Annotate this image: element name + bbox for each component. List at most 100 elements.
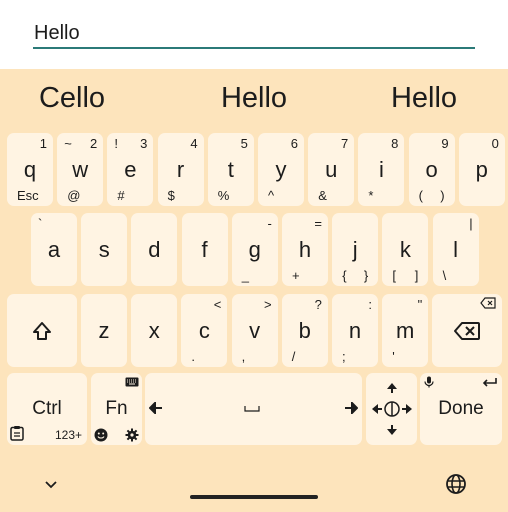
clipboard-icon [9,425,25,441]
key-secondary-label: ; [342,349,346,364]
key-label: r [176,156,185,182]
key-label: f [201,236,208,262]
done-key[interactable]: Done [420,373,502,445]
key-secondary-label: 6 [290,136,298,151]
key-j[interactable]: j {} [332,213,379,286]
key-secondary-label: # [117,188,125,203]
key-secondary-label: * [368,188,374,203]
key-secondary-label: > [264,297,272,312]
key-q[interactable]: q 1 Esc [7,133,53,206]
key-label: z [98,317,110,343]
key-secondary-label: : [368,297,372,312]
key-o[interactable]: o 9 () [408,133,455,206]
key-secondary-label: } [363,268,369,283]
key-secondary-label: Esc [17,188,39,203]
key-secondary-label: + [292,268,300,283]
key-secondary-label: 9 [441,136,449,151]
key-secondary-label: 5 [240,136,248,151]
key-d[interactable]: d [131,213,178,286]
key-g[interactable]: g - _ [231,213,278,286]
key-e[interactable]: e! 3 # [107,133,154,206]
key-m[interactable]: m " ' [382,294,429,367]
cursor-navigation-key[interactable] [366,373,417,445]
key-secondary-label: ! [114,136,119,151]
key-secondary-label: ) [440,188,445,203]
fn-label: Fn [105,398,128,419]
key-secondary-label: | [469,216,473,231]
key-label: w [72,156,89,182]
key-u[interactable]: u 7 & [308,133,355,206]
text-input[interactable]: Hello [34,22,80,45]
hide-keyboard-chevron-down-icon[interactable] [43,477,59,491]
settings-gear-icon [125,428,139,442]
key-secondary-label: ( [418,188,423,203]
fn-key[interactable]: Fn [91,373,142,445]
microphone-icon [424,376,434,388]
shift-icon [7,294,77,367]
suggestion-2[interactable]: Hello [179,82,329,115]
key-label: s [98,236,110,262]
key-x[interactable]: x [131,294,178,367]
key-secondary-label: 4 [190,136,198,151]
key-secondary-label: , [241,349,246,364]
key-label: t [227,156,234,182]
key-secondary-label: = [314,216,322,231]
key-secondary-label: ~ [64,136,72,151]
done-label: Done [438,398,484,419]
key-n[interactable]: n:; [332,294,378,367]
key-secondary-label: 0 [491,136,499,151]
key-c[interactable]: c <. [181,294,228,367]
suggestion-3[interactable]: Hello [349,82,499,115]
key-secondary-label: ? [314,297,322,312]
key-f[interactable]: f [181,213,228,286]
key-t[interactable]: t 5% [207,133,254,206]
key-y[interactable]: y 6 ^ [258,133,304,206]
key-secondary-label: 1 [39,136,47,151]
key-secondary-label: ' [392,349,395,364]
key-p[interactable]: p0 [458,133,505,206]
key-label: j [352,236,358,262]
key-k[interactable]: k[] [382,213,429,286]
cursor-left-icon [149,402,163,414]
key-i[interactable]: i 8 * [358,133,405,206]
key-secondary-label: _ [241,268,250,283]
ctrl-label: Ctrl [32,398,62,419]
keyboard-icon [125,377,139,387]
key-v[interactable]: v >, [231,294,278,367]
key-label: l [453,236,459,262]
key-secondary-label: 8 [391,136,399,151]
key-secondary-label: . [191,349,196,364]
key-label: n [348,317,362,343]
key-h[interactable]: h = + [282,213,328,286]
key-s[interactable]: s [81,213,128,286]
suggestion-1[interactable]: Cello [0,82,147,115]
globe-language-icon[interactable] [445,473,467,495]
emoji-icon [94,428,108,442]
key-r[interactable]: r 4 $ [157,133,204,206]
key-a[interactable]: a ` [31,213,77,286]
home-gesture-handle[interactable] [190,495,318,499]
key-z[interactable]: z [81,294,127,367]
text-input-area[interactable]: Hello [0,0,508,69]
key-label: v [249,317,261,343]
key-label: g [248,236,261,262]
key-label: y [275,156,287,182]
key-label: i [378,156,384,182]
key-label: p [475,156,488,182]
key-label: h [298,236,312,262]
shift-key[interactable] [7,294,77,367]
navigation-arrows-icon [366,375,417,443]
key-secondary-label: 7 [340,136,349,151]
enter-icon [482,377,498,387]
key-b[interactable]: b? / [281,294,328,367]
key-secondary-label: [ [392,268,397,283]
key-secondary-label: { [342,268,347,283]
space-key[interactable] [145,373,362,445]
space-bar-icon [244,404,260,414]
input-underline [33,47,475,49]
key-secondary-label: % [217,188,230,203]
key-w[interactable]: w ~2 @ [57,133,104,206]
backspace-key[interactable] [432,294,502,367]
key-l[interactable]: l | \ [432,213,479,286]
cursor-right-icon [344,402,358,414]
